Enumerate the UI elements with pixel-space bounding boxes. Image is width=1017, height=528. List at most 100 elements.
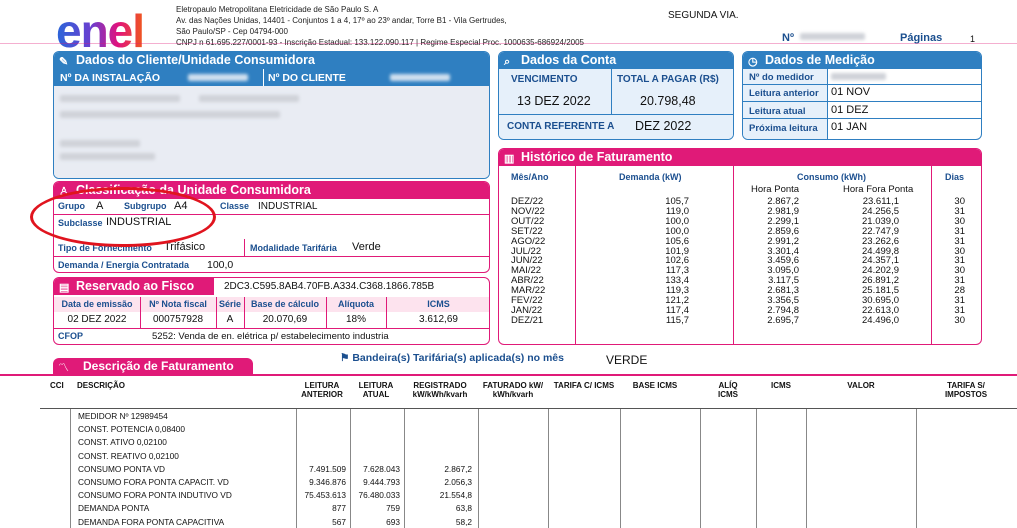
fisco-header-cell: Data de emissão bbox=[61, 299, 133, 309]
cfop-value: 5252: Venda de en. elétrica p/ estabelec… bbox=[152, 331, 389, 342]
fat-row-desc: CONSUMO PONTA VD bbox=[78, 463, 165, 474]
fisco-header-cell: Série bbox=[218, 299, 242, 309]
ref-label: CONTA REFERENTE A bbox=[507, 121, 615, 132]
hist-mes: DEZ/21 bbox=[511, 314, 544, 326]
redacted-line bbox=[60, 95, 180, 102]
hist-demanda: 115,7 bbox=[665, 314, 689, 326]
demanda-contratada-value: 100,0 bbox=[207, 259, 234, 271]
classe-value: INDUSTRIAL bbox=[258, 201, 318, 212]
fat-row-anterior: 7.491.509 bbox=[309, 463, 346, 474]
fisco-value-cell: 3.612,69 bbox=[419, 314, 458, 325]
fat-row-anterior: 567 bbox=[332, 516, 346, 527]
fat-row-atual: 9.444.793 bbox=[363, 477, 400, 487]
redacted-line bbox=[60, 111, 280, 118]
fisco-code: 2DC3.C595.8AB4.70FB.A334.C368.1866.785B bbox=[224, 281, 435, 292]
fisco-value-cell: 02 DEZ 2022 bbox=[67, 314, 127, 325]
company-city: São Paulo/SP - Cep 04794-000 bbox=[176, 27, 288, 36]
fat-row-desc: CONSUMO FORA PONTA INDUTIVO VD bbox=[78, 490, 232, 501]
fat-header-tarifa_s: TARIFA S/ IMPOSTOS bbox=[944, 381, 988, 399]
fat-header-leit_ant: LEITURA ANTERIOR bbox=[301, 381, 343, 399]
document-icon: ▤ bbox=[59, 282, 70, 294]
fat-row-atual: 7.628.043 bbox=[363, 463, 400, 474]
fat-row-atual: 759 bbox=[386, 503, 400, 514]
anterior-label: Leitura anterior bbox=[749, 88, 819, 99]
fat-row-anterior: 75.453.613 bbox=[304, 490, 346, 501]
fat-row-anterior: 877 bbox=[332, 503, 346, 514]
annotation-ellipse bbox=[30, 187, 216, 247]
historico-block: ▥ Histórico de Faturamento Mês/Ano Demand… bbox=[498, 148, 982, 345]
historico-header: ▥ Histórico de Faturamento bbox=[499, 149, 981, 166]
hist-consumo-label: Consumo (kWh) bbox=[797, 172, 866, 182]
divider bbox=[499, 114, 733, 115]
fat-header-tarifa_icms: TARIFA C/ ICMS bbox=[553, 381, 615, 390]
hist-dias: 30 bbox=[954, 314, 965, 326]
bandeira-label: ⚑ Bandeira(s) Tarifária(s) aplicada(s) n… bbox=[340, 352, 564, 364]
cliente-title: Dados do Cliente/Unidade Consumidora bbox=[76, 53, 315, 67]
fisco-header-cell: Alíquota bbox=[338, 299, 374, 309]
fisco-value-cell: A bbox=[226, 314, 234, 325]
total-label: TOTAL A PAGAR (R$) bbox=[617, 74, 719, 85]
ref-value: DEZ 2022 bbox=[635, 119, 692, 133]
fat-row-desc: DEMANDA PONTA bbox=[78, 503, 150, 514]
fat-header-valor: VALOR bbox=[847, 381, 875, 390]
fat-row-desc: CONST. POTENCIA 0,08400 bbox=[78, 424, 185, 435]
cliente-label: Nº DO CLIENTE bbox=[268, 72, 346, 84]
instalacao-label: Nº DA INSTALAÇÃO bbox=[60, 72, 161, 84]
fat-header-descricao: DESCRIÇÃO bbox=[77, 381, 126, 390]
modalidade-value: Verde bbox=[352, 241, 381, 253]
fisco-header-cell: ICMS bbox=[427, 299, 450, 309]
mes-label: Mês/Ano bbox=[511, 172, 549, 182]
fisco-header: ▤ Reservado ao Fisco bbox=[54, 278, 194, 295]
fat-row-registrado: 2.867,2 bbox=[444, 463, 472, 474]
total-value: 20.798,48 bbox=[640, 94, 696, 108]
fat-row-desc: CONST. ATIVO 0,02100 bbox=[78, 437, 167, 448]
historico-title: Histórico de Faturamento bbox=[521, 150, 673, 164]
fat-row-atual: 76.480.033 bbox=[358, 490, 400, 501]
hist-hfp: 24.496,0 bbox=[862, 314, 899, 326]
fat-header-leit_atual: LEITURA ATUAL bbox=[358, 381, 394, 399]
classe-label: Classe bbox=[220, 201, 250, 211]
hist-hp: 2.695,7 bbox=[767, 314, 799, 326]
redacted-line bbox=[199, 95, 299, 102]
bar-chart-icon: ▥ bbox=[504, 153, 515, 165]
bandeira-value: VERDE bbox=[606, 353, 648, 367]
fat-row-desc: CONST. REATIVO 0,02100 bbox=[78, 450, 179, 461]
proxima-label: Próxima leitura bbox=[749, 123, 818, 134]
fat-header-icms: ICMS bbox=[771, 381, 791, 390]
atual-value: 01 DEZ bbox=[831, 104, 869, 116]
fat-row-registrado: 21.554,8 bbox=[439, 490, 472, 501]
company-name: Eletropaulo Metropolitana Eletricidade d… bbox=[176, 5, 379, 14]
medicao-block: ◷ Dados de Medição Nº do medidor Leitura … bbox=[742, 51, 982, 140]
cfop-label: CFOP bbox=[58, 331, 84, 341]
company-address: Av. das Nações Unidas, 14401 - Conjuntos… bbox=[176, 16, 507, 25]
faturamento-header: 〽 Descrição de Faturamento bbox=[53, 358, 253, 375]
medicao-header: ◷ Dados de Medição bbox=[743, 52, 981, 69]
conta-title: Dados da Conta bbox=[521, 53, 617, 67]
cliente-redacted bbox=[390, 74, 450, 81]
instalacao-redacted bbox=[188, 74, 248, 81]
redacted-line bbox=[60, 153, 155, 160]
fat-header-registrado: REGISTRADO kW/kWh/kvarh bbox=[412, 381, 468, 399]
flag-icon: ⚑ bbox=[340, 352, 353, 364]
demanda-contratada-label: Demanda / Energia Contratada bbox=[58, 260, 190, 270]
fisco-header-cell: Base de cálculo bbox=[250, 299, 320, 309]
medicao-title: Dados de Medição bbox=[765, 53, 875, 67]
enel-logo: enel bbox=[56, 5, 145, 57]
fat-header-faturado: FATURADO kW/ kWh/kvarh bbox=[482, 381, 544, 399]
fisco-title: Reservado ao Fisco bbox=[76, 279, 195, 293]
conta-block: ⌕ Dados da Conta VENCIMENTO 13 DEZ 2022 T… bbox=[498, 51, 734, 140]
header-rule bbox=[0, 43, 1017, 44]
fisco-header-cell: Nº Nota fiscal bbox=[149, 299, 207, 309]
divider bbox=[611, 69, 612, 114]
fat-row-registrado: 58,2 bbox=[455, 516, 472, 527]
fat-header-base_icms: BASE ICMS bbox=[632, 381, 678, 390]
vencimento-value: 13 DEZ 2022 bbox=[517, 94, 591, 108]
anterior-value: 01 NOV bbox=[831, 86, 871, 98]
fat-row-registrado: 2.056,3 bbox=[444, 477, 472, 487]
hfp-label: Hora Fora Ponta bbox=[843, 184, 914, 195]
atual-label: Leitura atual bbox=[749, 106, 806, 117]
trend-icon: 〽 bbox=[58, 362, 69, 374]
hist-demanda-label: Demanda (kW) bbox=[619, 172, 682, 182]
fat-row-desc: DEMANDA FORA PONTA CAPACITIVA bbox=[78, 516, 225, 527]
segunda-via: SEGUNDA VIA. bbox=[668, 10, 739, 21]
